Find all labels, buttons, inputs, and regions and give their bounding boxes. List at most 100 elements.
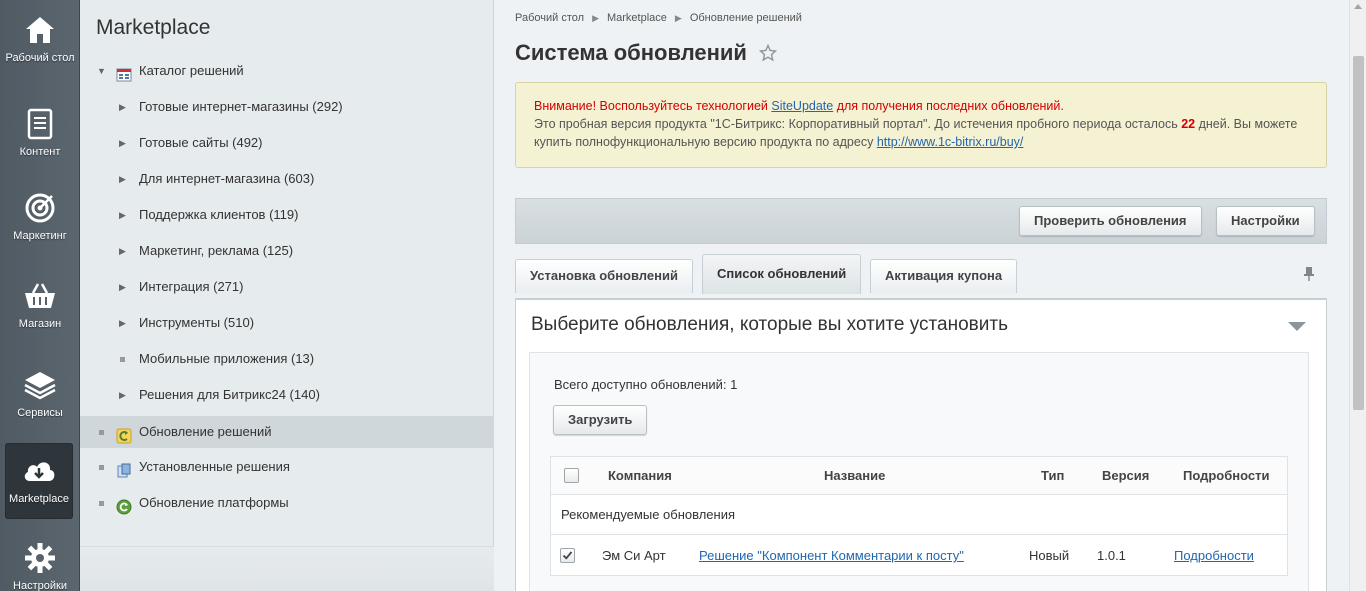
table-row: Эм Си Арт Решение "Компонент Комментарии… <box>551 536 1287 576</box>
menu-footer <box>80 546 494 591</box>
buy-link[interactable]: http://www.1c-bitrix.ru/buy/ <box>877 135 1024 149</box>
header-type[interactable]: Тип <box>1041 457 1064 495</box>
menu-item-support[interactable]: ▶ Поддержка клиентов (119) <box>80 199 494 231</box>
notice-days-left: 22 <box>1181 117 1196 131</box>
menu-item-for-shop[interactable]: ▶ Для интернет-магазина (603) <box>80 163 494 195</box>
installed-solutions-icon <box>116 459 132 478</box>
header-details[interactable]: Подробности <box>1183 457 1270 495</box>
available-updates-count: Всего доступно обновлений: 1 <box>554 377 738 392</box>
menu-item-label: Мобильные приложения (13) <box>139 351 315 366</box>
menu-item-label: Поддержка клиентов (119) <box>139 207 299 222</box>
document-icon <box>22 106 58 142</box>
nav-settings-label: Настройки <box>13 580 67 591</box>
trial-notice: Внимание! Воспользуйтесь технологией Sit… <box>515 82 1327 168</box>
page-title: Система обновлений <box>515 40 747 65</box>
row-details-link[interactable]: Подробности <box>1174 548 1254 563</box>
nav-shop-label: Магазин <box>18 318 62 330</box>
collapsed-arrow-icon[interactable]: ▶ <box>119 199 126 231</box>
page-scrollbar[interactable] <box>1349 0 1366 591</box>
breadcrumb-marketplace[interactable]: Marketplace <box>607 12 667 24</box>
nav-marketplace[interactable]: Marketplace <box>5 443 73 519</box>
row-name-link[interactable]: Решение "Компонент Комментарии к посту" <box>699 548 964 563</box>
basket-icon <box>22 278 58 314</box>
nav-content-label: Контент <box>19 146 61 158</box>
header-company[interactable]: Компания <box>608 457 672 495</box>
menu-item-update-solutions[interactable]: Обновление решений <box>80 416 494 448</box>
expanded-arrow-icon[interactable]: ▼ <box>97 55 106 87</box>
load-button[interactable]: Загрузить <box>553 405 648 435</box>
header-version[interactable]: Версия <box>1102 457 1149 495</box>
menu-item-ready-shops[interactable]: ▶ Готовые интернет-магазины (292) <box>80 91 494 123</box>
updates-table: Компания Название Тип Версия Подробности… <box>550 456 1288 576</box>
header-name[interactable]: Название <box>824 457 885 495</box>
collapsed-arrow-icon[interactable]: ▶ <box>119 91 126 123</box>
collapsed-arrow-icon[interactable]: ▶ <box>119 271 126 303</box>
updates-panel: Выберите обновления, которые вы хотите у… <box>515 298 1327 591</box>
breadcrumb-separator-icon: ▶ <box>592 13 599 23</box>
tab-updates-list[interactable]: Список обновлений <box>702 254 862 294</box>
scrollbar-thumb[interactable] <box>1353 56 1364 410</box>
layers-icon <box>22 367 58 403</box>
menu-item-label: Готовые сайты (492) <box>139 135 263 150</box>
bullet-icon <box>99 465 104 470</box>
favorite-star-icon[interactable] <box>758 43 778 65</box>
toolbar: Проверить обновления Настройки <box>515 198 1327 244</box>
tab-coupon-activation[interactable]: Активация купона <box>870 259 1018 293</box>
menu-item-installed-solutions-label: Установленные решения <box>139 459 290 474</box>
updates-form: Всего доступно обновлений: 1 Загрузить К… <box>529 352 1309 591</box>
menu-item-label: Интеграция (271) <box>139 279 244 294</box>
bullet-icon <box>99 501 104 506</box>
nav-desktop[interactable]: Рабочий стол <box>0 0 80 84</box>
menu-item-catalog[interactable]: ▼ Каталог решений <box>80 55 494 87</box>
target-icon <box>22 190 58 226</box>
nav-marketing[interactable]: Маркетинг <box>0 178 80 262</box>
collapsed-arrow-icon[interactable]: ▶ <box>119 235 126 267</box>
notice-trial-prefix: Это пробная версия продукта "1С-Битрикс:… <box>534 117 1182 131</box>
check-updates-button[interactable]: Проверить обновления <box>1019 206 1202 236</box>
menu-item-marketing[interactable]: ▶ Маркетинг, реклама (125) <box>80 235 494 267</box>
row-company: Эм Си Арт <box>602 548 666 563</box>
nav-shop[interactable]: Магазин <box>0 266 80 350</box>
row-name: Решение "Компонент Комментарии к посту" <box>699 536 964 576</box>
home-icon <box>22 12 58 48</box>
nav-marketplace-label: Marketplace <box>9 493 69 505</box>
menu-item-installed-solutions[interactable]: Установленные решения <box>80 451 494 483</box>
breadcrumb-update-solutions[interactable]: Обновление решений <box>690 12 802 24</box>
menu-item-label: Маркетинг, реклама (125) <box>139 243 294 258</box>
gear-icon <box>22 540 58 576</box>
collapse-arrow-icon[interactable] <box>1288 322 1306 331</box>
collapsed-arrow-icon[interactable]: ▶ <box>119 307 126 339</box>
row-checkbox[interactable] <box>560 548 575 563</box>
menu-item-label: Инструменты (510) <box>139 315 255 330</box>
menu-item-label: Готовые интернет-магазины (292) <box>139 99 343 114</box>
nav-services[interactable]: Сервисы <box>0 355 80 439</box>
left-navigation-bar: Рабочий стол Контент Маркетинг Магазин С… <box>0 0 80 591</box>
nav-settings[interactable]: Настройки <box>0 528 80 591</box>
breadcrumb: Рабочий стол ▶ Marketplace ▶ Обновление реше… <box>515 12 802 24</box>
collapsed-arrow-icon[interactable]: ▶ <box>119 127 126 159</box>
scroll-up-arrow-icon[interactable] <box>1354 4 1362 9</box>
pin-icon[interactable] <box>1303 266 1315 285</box>
row-type: Новый <box>1029 548 1070 563</box>
settings-button[interactable]: Настройки <box>1216 206 1315 236</box>
menu-item-platform-update[interactable]: Обновление платформы <box>80 487 494 519</box>
collapsed-arrow-icon[interactable]: ▶ <box>119 163 126 195</box>
table-header-row: Компания Название Тип Версия Подробности <box>551 457 1287 495</box>
notice-trial-text: Это пробная версия продукта "1С-Битрикс:… <box>534 115 1308 151</box>
menu-item-ready-sites[interactable]: ▶ Готовые сайты (492) <box>80 127 494 159</box>
menu-item-bitrix24[interactable]: ▶ Решения для Битрикс24 (140) <box>80 379 494 411</box>
menu-item-label: Решения для Битрикс24 (140) <box>139 387 320 402</box>
menu-item-integration[interactable]: ▶ Интеграция (271) <box>80 271 494 303</box>
breadcrumb-desktop[interactable]: Рабочий стол <box>515 12 584 24</box>
menu-item-mobile-apps[interactable]: Мобильные приложения (13) <box>80 343 494 375</box>
collapsed-arrow-icon[interactable]: ▶ <box>119 379 126 411</box>
platform-update-icon <box>116 495 132 515</box>
select-all-checkbox[interactable] <box>564 468 579 483</box>
main-content: Рабочий стол ▶ Marketplace ▶ Обновление реше… <box>495 0 1349 591</box>
notice-warning-prefix: Внимание! Воспользуйтесь технологией <box>534 99 772 113</box>
bullet-icon <box>99 430 104 435</box>
nav-content[interactable]: Контент <box>0 94 80 178</box>
siteupdate-link[interactable]: SiteUpdate <box>771 99 833 113</box>
menu-item-tools[interactable]: ▶ Инструменты (510) <box>80 307 494 339</box>
tab-install-updates[interactable]: Установка обновлений <box>515 259 693 293</box>
